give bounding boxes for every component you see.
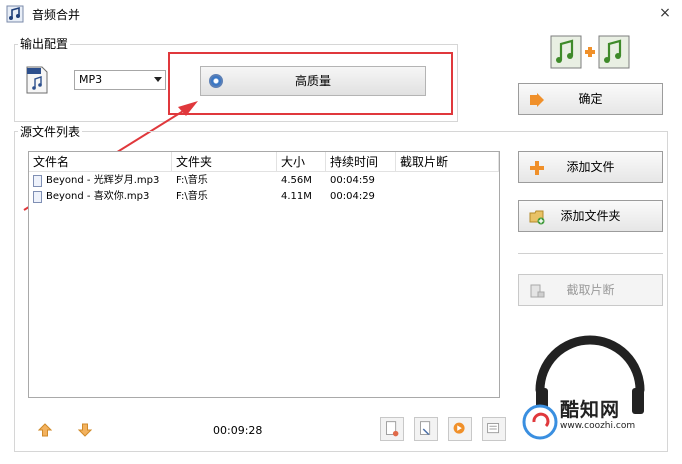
table-row[interactable]: Beyond - 喜欢你.mp3 F:\音乐 4.11M 00:04:29 <box>29 189 499 205</box>
column-header-filename[interactable]: 文件名 <box>29 152 172 172</box>
mp3-file-icon <box>26 66 48 94</box>
cell-folder: F:\音乐 <box>176 191 208 202</box>
quality-disc-icon <box>209 74 223 88</box>
edit-file-button[interactable] <box>414 417 438 441</box>
clip-button-label: 截取片断 <box>566 283 615 297</box>
column-header-duration[interactable]: 持续时间 <box>326 152 396 172</box>
edit-file-icon <box>420 421 431 436</box>
confirm-button-label: 确定 <box>578 92 603 106</box>
audio-file-icon <box>33 175 42 187</box>
table-row[interactable]: Beyond - 光辉岁月.mp3 F:\音乐 4.56M 00:04:59 <box>29 173 499 189</box>
chevron-down-icon <box>154 77 162 82</box>
merge-music-icon <box>550 35 630 69</box>
cell-duration: 00:04:59 <box>330 175 375 186</box>
move-up-icon[interactable] <box>38 423 52 437</box>
format-select-value: MP3 <box>79 73 103 86</box>
cell-size: 4.56M <box>281 175 312 186</box>
total-duration: 00:09:28 <box>213 424 263 437</box>
close-button[interactable]: × <box>656 4 674 22</box>
quality-button[interactable]: 高质量 <box>200 66 426 96</box>
column-header-size[interactable]: 大小 <box>277 152 326 172</box>
play-icon <box>453 422 465 434</box>
add-folder-button[interactable]: 添加文件夹 <box>518 200 663 232</box>
confirm-button[interactable]: 确定 <box>518 83 663 115</box>
button-divider <box>518 253 663 254</box>
audio-file-icon <box>33 191 42 203</box>
remove-file-button[interactable] <box>380 417 404 441</box>
column-header-folder[interactable]: 文件夹 <box>172 152 277 172</box>
add-file-button-label: 添加文件 <box>566 160 615 174</box>
app-icon <box>6 5 24 23</box>
cell-size: 4.11M <box>281 191 312 202</box>
add-folder-button-label: 添加文件夹 <box>560 209 621 223</box>
cell-folder: F:\音乐 <box>176 175 208 186</box>
title-bar: 音频合并 × <box>0 0 682 28</box>
column-header-clip[interactable]: 截取片断 <box>396 152 499 172</box>
clip-button[interactable]: 截取片断 <box>518 274 663 306</box>
file-list-header: 文件名 文件夹 大小 持续时间 截取片断 <box>29 152 499 172</box>
play-button[interactable] <box>448 417 472 441</box>
watermark-url: www.coozhi.com <box>560 421 636 431</box>
quality-button-label: 高质量 <box>294 74 331 88</box>
cell-filename: Beyond - 光辉岁月.mp3 <box>46 175 160 186</box>
format-select[interactable]: MP3 <box>74 70 166 90</box>
move-down-icon[interactable] <box>78 423 92 437</box>
add-file-button[interactable]: 添加文件 <box>518 151 663 183</box>
cell-filename: Beyond - 喜欢你.mp3 <box>46 191 150 202</box>
source-list-label: 源文件列表 <box>18 123 83 140</box>
watermark-brand: 酷知网 <box>560 399 621 421</box>
remove-file-icon <box>386 421 399 437</box>
cell-duration: 00:04:29 <box>330 191 375 202</box>
window-title: 音频合并 <box>32 8 81 22</box>
file-list-table[interactable]: 文件名 文件夹 大小 持续时间 截取片断 Beyond - 光辉岁月.mp3 F… <box>28 151 500 398</box>
output-config-label: 输出配置 <box>18 35 71 52</box>
